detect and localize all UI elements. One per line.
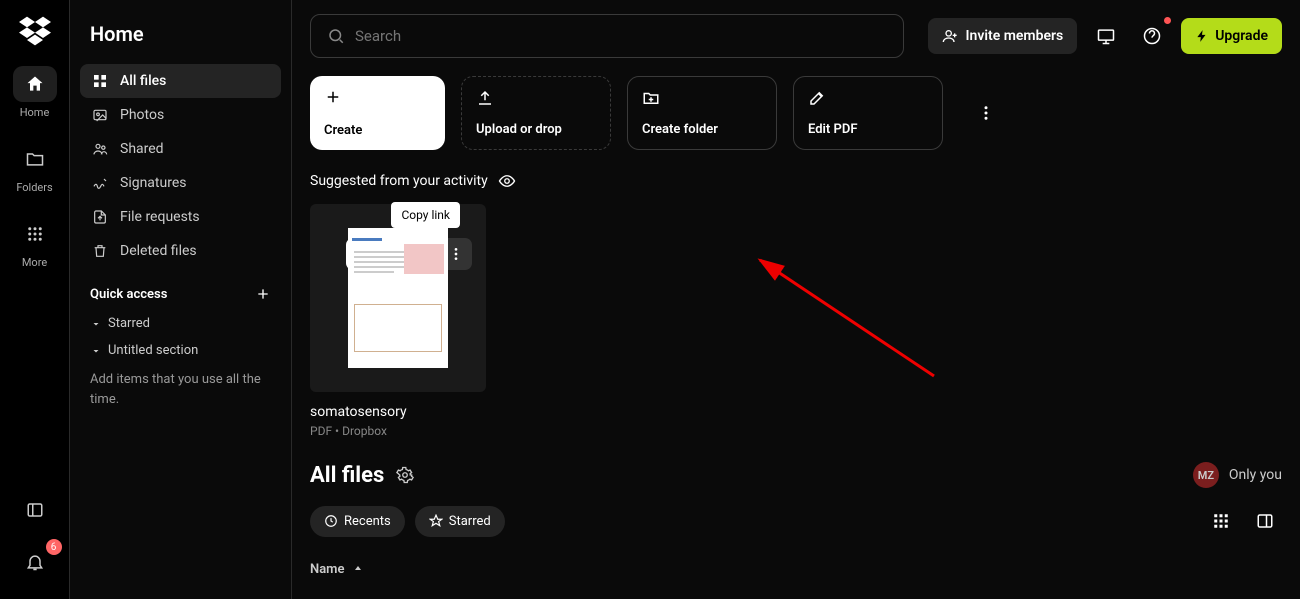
shared-icon [92,141,108,157]
panel-toggle-icon[interactable] [18,493,52,527]
files-icon [92,73,108,89]
annotation-arrow [754,256,954,386]
sidebar-item-label: File requests [120,209,200,225]
rail-more[interactable]: More [13,216,57,269]
avatar[interactable]: MZ [1193,462,1219,488]
sidebar-item-label: Photos [120,107,164,123]
quick-access-hint: Add items that you use all the time. [80,364,281,415]
sidebar-item-deleted[interactable]: Deleted files [80,234,281,268]
only-you-label: Only you [1229,467,1282,483]
starred-chip[interactable]: Starred [415,506,505,537]
sidebar-item-label: All files [120,73,166,89]
search-icon [327,27,345,45]
folder-icon [25,149,45,169]
upgrade-button[interactable]: Upgrade [1181,18,1282,54]
apps-icon [26,225,44,243]
file-name: somatosensory [310,404,486,420]
star-icon [429,514,443,528]
plus-icon [324,88,342,106]
edit-pdf-button[interactable]: Edit PDF [793,76,943,150]
sidebar-item-file-requests[interactable]: File requests [80,200,281,234]
dots-icon [448,246,464,262]
suggested-file-card[interactable]: Copy link Share somatosensory PDF • Drop… [310,204,486,438]
sidebar-item-label: Deleted files [120,243,197,259]
sidebar-item-all-files[interactable]: All files [80,64,281,98]
new-folder-icon [642,89,660,107]
gear-icon[interactable] [396,466,414,484]
file-requests-icon [92,209,108,225]
quick-access-header: Quick access [90,287,167,302]
create-folder-button[interactable]: Create folder [627,76,777,150]
edit-icon [808,89,826,107]
table-column-name[interactable]: Name [310,562,1282,577]
notification-dot [1164,17,1171,24]
upload-icon [476,89,494,107]
grid-view-icon[interactable] [1204,504,1238,538]
person-add-icon [942,28,958,44]
recents-chip[interactable]: Recents [310,506,405,537]
search-input[interactable] [310,14,904,58]
invite-members-button[interactable]: Invite members [928,18,1078,54]
copy-link-tooltip: Copy link [391,202,460,228]
help-icon[interactable] [1135,19,1169,53]
sort-up-icon [352,564,364,576]
signatures-icon [92,175,108,191]
upload-button[interactable]: Upload or drop [461,76,611,150]
dropbox-logo[interactable] [19,14,51,66]
plus-icon[interactable] [255,286,271,302]
rail-home[interactable]: Home [13,66,57,119]
clock-icon [324,514,338,528]
rail-folders[interactable]: Folders [13,141,57,194]
suggested-label: Suggested from your activity [310,173,488,189]
file-meta: PDF • Dropbox [310,424,486,438]
panel-view-icon[interactable] [1248,504,1282,538]
sidebar-item-shared[interactable]: Shared [80,132,281,166]
photos-icon [92,107,108,123]
starred-section[interactable]: Starred [80,310,281,337]
screen-icon[interactable] [1089,19,1123,53]
all-files-heading: All files [310,463,414,488]
home-icon [25,74,45,94]
chevron-down-icon [90,345,102,357]
untitled-section[interactable]: Untitled section [80,337,281,364]
sidebar-item-signatures[interactable]: Signatures [80,166,281,200]
sidebar-item-label: Shared [120,141,164,157]
trash-icon [92,243,108,259]
file-thumbnail [348,228,448,368]
chevron-down-icon [90,318,102,330]
actions-more-icon[interactable] [969,96,1003,130]
create-button[interactable]: Create [310,76,445,150]
sidebar-item-label: Signatures [120,175,187,191]
sidebar-title: Home [90,22,281,46]
eye-icon[interactable] [498,172,516,190]
bolt-icon [1195,29,1209,43]
sidebar-item-photos[interactable]: Photos [80,98,281,132]
notifications-icon[interactable]: 6 [18,545,52,579]
